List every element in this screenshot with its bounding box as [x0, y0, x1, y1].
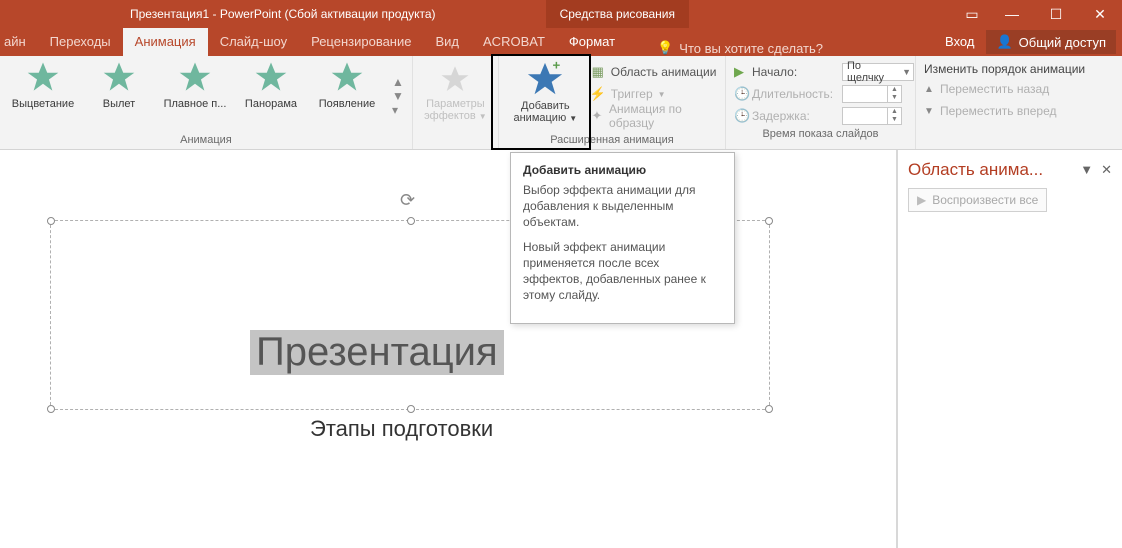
- move-later-button[interactable]: ▼ Переместить вперед: [924, 101, 1114, 121]
- timing-group: ▶ Начало: По щелчку ▼ 🕒 Длительность: ▲▼…: [726, 56, 916, 149]
- advanced-animation-group: + Добавитьанимацию ▼ ▦ Область анимации …: [499, 56, 726, 149]
- tooltip-p2: Новый эффект анимации применяется после …: [523, 239, 722, 304]
- share-button[interactable]: 👤 Общий доступ: [986, 30, 1116, 54]
- svg-text:+: +: [553, 60, 561, 73]
- star-icon: [178, 60, 212, 94]
- add-animation-tooltip: Добавить анимацию Выбор эффекта анимации…: [510, 152, 735, 324]
- star-icon: [330, 60, 364, 94]
- play-icon: ▶: [917, 193, 926, 207]
- slide-subtitle-text[interactable]: Этапы подготовки: [310, 416, 493, 441]
- contextual-tool-label: Средства рисования: [546, 0, 689, 28]
- start-label: Начало:: [752, 65, 838, 79]
- tell-me-placeholder: Что вы хотите сделать?: [679, 41, 823, 56]
- chevron-down-icon: ▼: [902, 67, 911, 77]
- share-icon: 👤: [996, 34, 1012, 50]
- pane-close-icon[interactable]: ✕: [1101, 162, 1112, 178]
- duration-icon: 🕒: [734, 86, 748, 102]
- triangle-up-icon: ▲: [924, 84, 934, 95]
- animation-gallery-group: Выцветание Вылет Плавное п... Панорама П…: [0, 56, 413, 149]
- gallery-more-icon[interactable]: ▾: [392, 103, 404, 117]
- pane-dropdown-icon[interactable]: ▼: [1080, 162, 1093, 178]
- tab-row: айн Переходы Анимация Слайд-шоу Рецензир…: [0, 28, 1122, 56]
- add-animation-button[interactable]: + Добавитьанимацию ▼: [507, 60, 584, 132]
- tab-transitions[interactable]: Переходы: [38, 28, 123, 56]
- animation-pane-title: Область анима...: [908, 160, 1043, 180]
- add-animation-star-icon: +: [526, 60, 564, 98]
- anim-fade[interactable]: Выцветание: [8, 60, 78, 132]
- tell-me-search[interactable]: 💡 Что вы хотите сделать?: [657, 40, 823, 56]
- delay-label: Задержка:: [752, 109, 838, 123]
- anim-floatin[interactable]: Плавное п...: [160, 60, 230, 132]
- tab-view[interactable]: Вид: [423, 28, 471, 56]
- effect-options-group: Параметрыэффектов ▼: [413, 56, 499, 149]
- star-icon: [102, 60, 136, 94]
- pane-icon: ▦: [590, 64, 606, 80]
- start-combobox[interactable]: По щелчку ▼: [842, 63, 914, 81]
- painter-icon: ✦: [590, 108, 604, 124]
- trigger-button[interactable]: ⚡ Триггер ▼: [590, 84, 717, 104]
- tab-format[interactable]: Формат: [557, 28, 627, 56]
- close-button[interactable]: ✕: [1078, 0, 1122, 28]
- title-bar: Презентация1 - PowerPoint (Сбой активаци…: [0, 0, 1122, 28]
- star-icon: [26, 60, 60, 94]
- animation-pane: Область анима... ▼ ✕ ▶ Воспроизвести все: [897, 150, 1122, 548]
- gallery-down-icon[interactable]: ▼: [392, 89, 404, 103]
- maximize-button[interactable]: ☐: [1034, 0, 1078, 28]
- animation-pane-button[interactable]: ▦ Область анимации: [590, 62, 717, 82]
- tab-clipped[interactable]: айн: [0, 28, 38, 56]
- tab-acrobat[interactable]: ACROBAT: [471, 28, 557, 56]
- tab-review[interactable]: Рецензирование: [299, 28, 423, 56]
- effect-options-button: Параметрыэффектов ▼: [421, 60, 490, 132]
- star-icon: [254, 60, 288, 94]
- lightbulb-icon: 💡: [657, 40, 673, 56]
- duration-label: Длительность:: [752, 87, 838, 101]
- animation-painter-button[interactable]: ✦ Анимация по образцу: [590, 106, 717, 126]
- anim-split[interactable]: Панорама: [236, 60, 306, 132]
- move-earlier-button[interactable]: ▲ Переместить назад: [924, 79, 1114, 99]
- anim-flyin[interactable]: Вылет: [84, 60, 154, 132]
- start-play-icon: ▶: [734, 64, 748, 80]
- gallery-up-icon[interactable]: ▲: [392, 75, 404, 89]
- anim-appear[interactable]: Появление: [312, 60, 382, 132]
- minimize-button[interactable]: —: [990, 0, 1034, 28]
- triangle-down-icon: ▼: [924, 106, 934, 117]
- timing-group-label: Время показа слайдов: [734, 126, 907, 143]
- duration-spinner[interactable]: ▲▼: [842, 85, 902, 103]
- slide-canvas[interactable]: ⟳ Презентация Этапы подготовки: [0, 150, 897, 548]
- trigger-icon: ⚡: [590, 86, 606, 102]
- advanced-animation-group-label: Расширенная анимация: [507, 132, 717, 149]
- tab-slideshow[interactable]: Слайд-шоу: [208, 28, 299, 56]
- rotation-handle-icon[interactable]: ⟳: [400, 190, 415, 211]
- tooltip-p1: Выбор эффекта анимации для добавления к …: [523, 182, 722, 231]
- window-title: Презентация1 - PowerPoint (Сбой активаци…: [130, 7, 436, 21]
- delay-spinner[interactable]: ▲▼: [842, 107, 902, 125]
- reorder-group: Изменить порядок анимации ▲ Переместить …: [916, 56, 1122, 149]
- sign-in-link[interactable]: Вход: [933, 28, 986, 56]
- play-all-button[interactable]: ▶ Воспроизвести все: [908, 188, 1047, 212]
- ribbon-options-icon[interactable]: ▭: [954, 0, 990, 28]
- delay-icon: 🕒: [734, 108, 748, 124]
- reorder-title: Изменить порядок анимации: [924, 62, 1114, 77]
- tab-animations[interactable]: Анимация: [123, 28, 208, 56]
- animation-group-label: Анимация: [8, 132, 404, 149]
- ribbon: Выцветание Вылет Плавное п... Панорама П…: [0, 56, 1122, 150]
- share-label: Общий доступ: [1019, 35, 1106, 50]
- slide-title-text[interactable]: Презентация: [250, 330, 504, 375]
- effect-options-icon: [440, 64, 470, 94]
- tooltip-title: Добавить анимацию: [523, 163, 722, 177]
